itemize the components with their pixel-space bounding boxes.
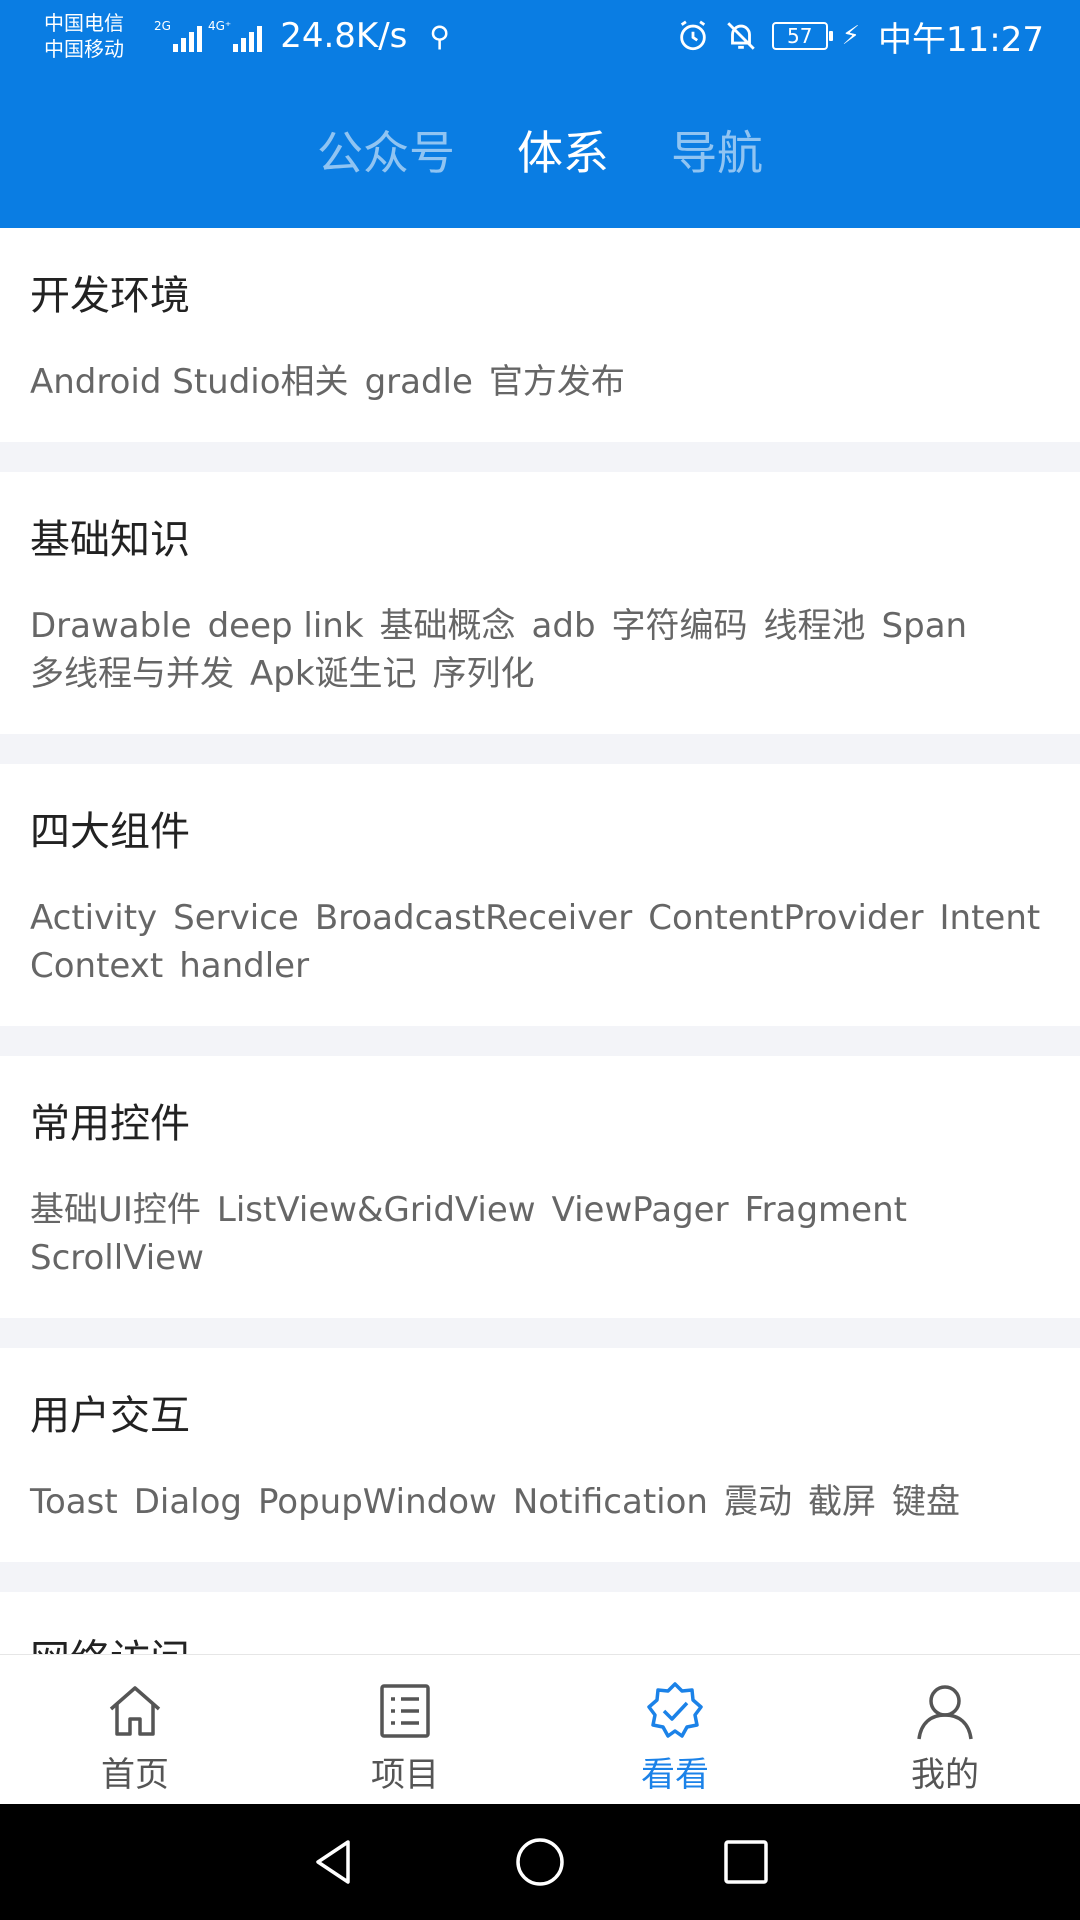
- carrier-2: 中国移动: [44, 37, 124, 61]
- nav-projects[interactable]: 项目: [270, 1655, 540, 1804]
- tag: Span: [881, 606, 968, 646]
- tag: 线程池: [763, 606, 866, 646]
- category-card[interactable]: 基础知识 Drawable deep link 基础概念 adb 字符编码 线程…: [0, 472, 1080, 734]
- category-title: 常用控件: [30, 1101, 190, 1147]
- system-nav-bar: [0, 1804, 1080, 1920]
- tag: gradle: [364, 362, 473, 402]
- tag: Apk诞生记: [250, 654, 417, 694]
- category-tags: Activity Service BroadcastReceiver Conte…: [30, 858, 1050, 1026]
- tag: Service: [173, 898, 299, 938]
- category-title: 开发环境: [30, 273, 190, 319]
- app-screen: 中国电信 中国移动 2G 4G⁺ 24.8K/s ⚲ 57 ⚡ 中午11:27: [0, 0, 1080, 1920]
- category-tags: Toast Dialog PopupWindow Notification 震动…: [30, 1442, 1050, 1562]
- usb-icon: ⚲: [429, 19, 450, 53]
- nav-look-label: 看看: [641, 1755, 709, 1795]
- tag: handler: [179, 946, 310, 986]
- user-icon: [917, 1685, 973, 1740]
- recents-icon[interactable]: [718, 1834, 774, 1890]
- tag: 键盘: [891, 1482, 960, 1522]
- nav-projects-label: 项目: [371, 1755, 439, 1795]
- tag: ListView&GridView: [216, 1190, 536, 1230]
- network-type-2: 4G⁺: [207, 19, 232, 33]
- signal-2-icon: 4G⁺: [207, 19, 263, 52]
- tag: Intent: [939, 898, 1041, 938]
- tag: ViewPager: [551, 1190, 729, 1230]
- tag: 基础概念: [379, 606, 516, 646]
- tag: PopupWindow: [257, 1482, 497, 1522]
- tag: 官方发布: [488, 362, 625, 402]
- nav-mine-label: 我的: [911, 1755, 979, 1795]
- tag: 多线程与并发: [30, 654, 234, 694]
- tab-system[interactable]: 体系: [517, 117, 609, 183]
- network-type-1: 2G: [154, 19, 171, 33]
- tag: ContentProvider: [648, 898, 924, 938]
- tag: 基础UI控件: [30, 1190, 201, 1230]
- tab-navigation[interactable]: 导航: [671, 117, 763, 183]
- category-card[interactable]: 用户交互 Toast Dialog PopupWindow Notificati…: [0, 1348, 1080, 1562]
- charging-icon: ⚡: [841, 21, 861, 51]
- tag: Fragment: [744, 1190, 907, 1230]
- tag: Drawable: [30, 606, 192, 646]
- tag: 截屏: [807, 1482, 876, 1522]
- category-list[interactable]: 开发环境 Android Studio相关 gradle 官方发布 基础知识 D…: [0, 228, 1080, 1654]
- tag: 序列化: [432, 654, 535, 694]
- nav-look[interactable]: 看看: [540, 1655, 810, 1804]
- category-title: 基础知识: [30, 517, 190, 563]
- top-tab-bar: 公众号 体系 导航: [0, 72, 1080, 228]
- back-icon[interactable]: [306, 1834, 362, 1890]
- battery-level: 57: [787, 24, 813, 48]
- list-icon: [380, 1684, 430, 1738]
- tag: deep link: [207, 606, 364, 646]
- nav-mine[interactable]: 我的: [810, 1655, 1080, 1804]
- category-title: 网络访问: [30, 1592, 1050, 1654]
- tag: Notification: [512, 1482, 708, 1522]
- tag: 震动: [723, 1482, 792, 1522]
- tag: adb: [531, 606, 596, 646]
- alarm-icon: [680, 20, 706, 51]
- tag: 字符编码: [611, 606, 748, 646]
- category-tags: Android Studio相关 gradle 官方发布: [30, 322, 1050, 442]
- tag: Activity: [30, 898, 158, 938]
- signal-1-icon: 2G: [154, 20, 202, 52]
- bottom-nav: 首页 项目 看看 我的: [0, 1654, 1080, 1804]
- nav-home-label: 首页: [101, 1755, 169, 1795]
- category-card[interactable]: 常用控件 基础UI控件 ListView&GridView ViewPager …: [0, 1056, 1080, 1318]
- carrier-info: 中国电信 中国移动: [44, 10, 148, 62]
- tag: Toast: [30, 1482, 118, 1522]
- tag: ScrollView: [30, 1238, 204, 1278]
- home-icon: [109, 1686, 161, 1736]
- tag: Context: [30, 946, 164, 986]
- category-title: 四大组件: [30, 809, 190, 855]
- category-tags: 基础UI控件 ListView&GridView ViewPager Fragm…: [30, 1150, 1050, 1318]
- nav-home[interactable]: 首页: [0, 1655, 270, 1804]
- tab-official-accounts[interactable]: 公众号: [317, 117, 455, 183]
- category-card[interactable]: 开发环境 Android Studio相关 gradle 官方发布: [0, 228, 1080, 442]
- battery-icon: 57: [771, 22, 833, 50]
- clock: 中午11:27: [878, 19, 1044, 60]
- mute-bell-icon: [726, 22, 755, 50]
- status-bar: 中国电信 中国移动 2G 4G⁺ 24.8K/s ⚲ 57 ⚡ 中午11:27: [0, 0, 1080, 72]
- category-card[interactable]: 网络访问: [0, 1592, 1080, 1654]
- tag: BroadcastReceiver: [314, 898, 633, 938]
- tag: Android Studio相关: [30, 362, 349, 402]
- category-tags: Drawable deep link 基础概念 adb 字符编码 线程池 Spa…: [30, 566, 1050, 734]
- home-circle-icon[interactable]: [512, 1834, 568, 1890]
- tag: Dialog: [133, 1482, 242, 1522]
- carrier-1: 中国电信: [44, 11, 124, 35]
- category-card[interactable]: 四大组件 Activity Service BroadcastReceiver …: [0, 764, 1080, 1026]
- category-title: 用户交互: [30, 1393, 190, 1439]
- network-speed: 24.8K/s: [280, 16, 408, 56]
- badge-check-icon: [647, 1682, 703, 1738]
